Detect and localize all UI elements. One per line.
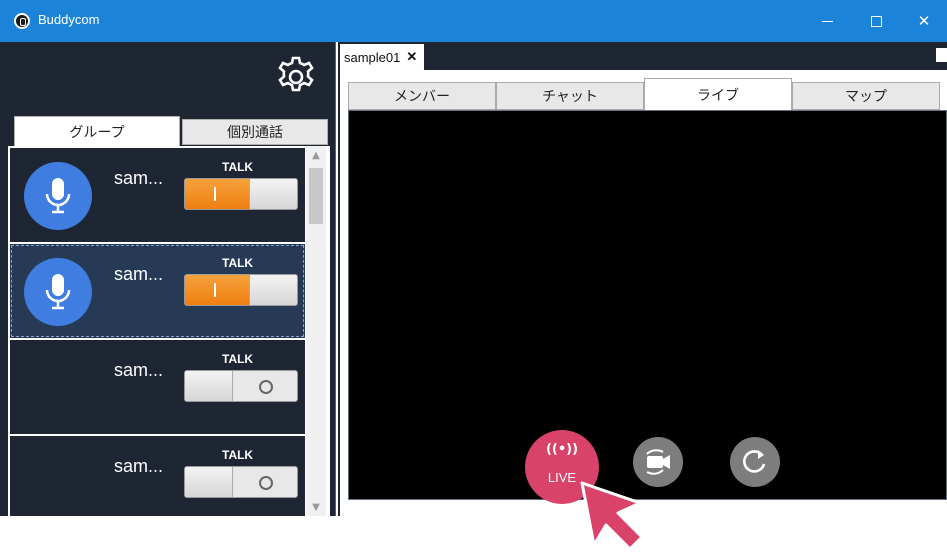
talk-toggle[interactable] [184, 370, 298, 402]
close-button[interactable]: ✕ [901, 0, 947, 42]
tab-live[interactable]: ライブ [644, 78, 792, 110]
gear-icon[interactable] [273, 54, 319, 100]
talk-label: TALK [222, 352, 254, 366]
tab-sample01[interactable]: sample01 ✕ [340, 44, 424, 70]
toggle-knob [185, 371, 233, 401]
talk-toggle[interactable] [184, 178, 298, 210]
talk-label: TALK [222, 160, 254, 174]
broadcast-icon: ((•)) [545, 442, 579, 457]
member-name: sam... [114, 168, 164, 188]
window-title: Buddycom [38, 12, 100, 27]
toggle-off-indicator [259, 380, 273, 394]
member-name: sam... [114, 360, 164, 380]
tab-map[interactable]: マップ [792, 82, 940, 110]
list-item[interactable]: sam... TALK [10, 244, 305, 338]
toggle-on-indicator [185, 275, 249, 305]
close-tab-icon[interactable]: ✕ [406, 49, 417, 65]
microphone-icon [45, 274, 71, 310]
toggle-on-indicator [185, 179, 249, 209]
pointer-arrow-icon [570, 475, 660, 555]
close-icon: ✕ [917, 12, 931, 30]
document-tab-strip: sample01 ✕ [338, 42, 947, 70]
refresh-button[interactable] [730, 437, 780, 487]
tab-individual-call[interactable]: 個別通話 [182, 119, 328, 145]
toggle-knob [249, 275, 297, 305]
minimize-icon [821, 20, 833, 22]
document-tab-label: sample01 [344, 49, 401, 65]
minimize-button[interactable] [804, 0, 850, 42]
avatar [24, 162, 92, 230]
content-frame: メンバー チャット ライブ マップ ((•)) LIVE [340, 70, 947, 516]
maximize-button[interactable] [853, 0, 899, 42]
scroll-down-icon[interactable]: ▼ [306, 498, 326, 516]
refresh-icon [743, 450, 766, 473]
scroll-thumb[interactable] [309, 168, 323, 224]
panel-menu-icon[interactable] [936, 48, 947, 62]
toggle-knob [249, 179, 297, 209]
talk-toggle[interactable] [184, 274, 298, 306]
talk-label: TALK [222, 256, 254, 270]
member-name: sam... [114, 456, 164, 476]
talk-label: TALK [222, 448, 254, 462]
list-item[interactable]: sam... TALK [10, 340, 305, 434]
app-icon [14, 13, 30, 29]
member-name: sam... [114, 264, 164, 284]
toggle-knob [185, 467, 233, 497]
right-panel: sample01 ✕ メンバー チャット ライブ マップ ((•)) LIVE [338, 42, 947, 516]
list-item[interactable]: sam... TALK [10, 148, 305, 242]
main-tabs: メンバー チャット ライブ マップ [348, 78, 947, 110]
title-bar: Buddycom ✕ [0, 0, 947, 42]
list-item[interactable]: sam... TALK [10, 436, 305, 516]
scroll-up-icon[interactable]: ▲ [306, 146, 326, 164]
talk-toggle[interactable] [184, 466, 298, 498]
member-list: sam... TALK sam... TALK sam... TALK sam.… [8, 146, 330, 516]
left-panel: グループ 個別通話 sam... TALK sam... TALK sam...… [0, 42, 336, 516]
avatar [24, 258, 92, 326]
left-tabs: グループ 個別通話 [8, 116, 330, 146]
tab-chat[interactable]: チャット [496, 82, 644, 110]
scrollbar[interactable]: ▲ ▼ [306, 146, 326, 516]
toggle-off-indicator [259, 476, 273, 490]
microphone-icon [45, 178, 71, 214]
maximize-icon [870, 15, 882, 27]
tab-members[interactable]: メンバー [348, 82, 496, 110]
live-video-area: ((•)) LIVE [348, 110, 947, 504]
tab-group[interactable]: グループ [14, 116, 180, 146]
